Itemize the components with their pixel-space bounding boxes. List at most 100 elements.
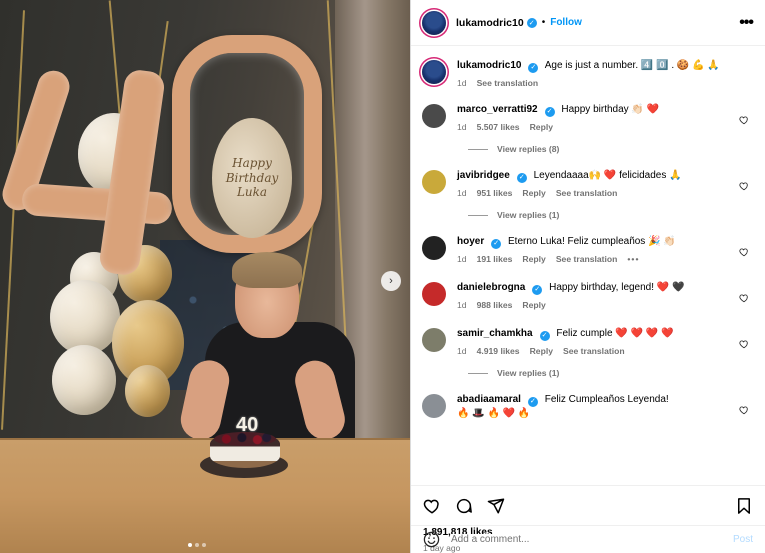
balloon xyxy=(125,365,170,417)
like-heart-icon[interactable] xyxy=(739,293,749,303)
avatar[interactable] xyxy=(422,328,446,352)
replies-rule xyxy=(468,214,488,216)
view-replies-button[interactable]: View replies (8) xyxy=(468,144,753,154)
verified-icon: ✓ xyxy=(528,63,539,73)
comment-likes[interactable]: 191 likes xyxy=(477,254,513,264)
see-translation-link[interactable]: See translation xyxy=(556,188,618,198)
view-replies-label: View replies (1) xyxy=(497,368,560,378)
follow-button[interactable]: Follow xyxy=(550,17,582,28)
comment-body: samir_chamkha ✓ Feliz cumple ❤️ ❤️ ❤️ ❤️ … xyxy=(457,327,753,356)
verified-icon: ✓ xyxy=(544,107,555,117)
avatar[interactable] xyxy=(422,170,446,194)
verified-icon: ✓ xyxy=(491,239,502,249)
person-hair xyxy=(232,252,302,288)
caption-meta: 1d See translation xyxy=(457,78,735,88)
like-heart-icon[interactable] xyxy=(739,247,749,257)
emoji-icon[interactable] xyxy=(423,531,440,548)
balloon xyxy=(50,280,120,355)
like-heart-icon[interactable] xyxy=(739,115,749,125)
comment-text: Feliz Cumpleaños Leyenda! xyxy=(544,394,669,405)
reply-button[interactable]: Reply xyxy=(530,346,553,356)
view-replies-button[interactable]: View replies (1) xyxy=(468,210,753,220)
like-heart-icon[interactable] xyxy=(739,339,749,349)
caption: lukamodric10 ✓ Age is just a number. 4️⃣ … xyxy=(422,59,753,88)
comment-time: 1d xyxy=(457,300,467,310)
reply-button[interactable]: Reply xyxy=(522,254,545,264)
comment-meta: 1d 5.507 likes Reply xyxy=(457,122,735,132)
chevron-right-icon[interactable]: › xyxy=(381,271,401,291)
comment-line: hoyer ✓ Eterno Luka! Feliz cumpleaños 🎉 👏… xyxy=(457,235,735,249)
caption-text: Age is just a number. 4️⃣ 0️⃣ . 🍪 💪 🙏 xyxy=(544,60,720,71)
comments-list[interactable]: lukamodric10 ✓ Age is just a number. 4️⃣ … xyxy=(411,46,765,485)
avatar[interactable] xyxy=(422,282,446,306)
comment-more-icon[interactable]: ••• xyxy=(627,254,639,264)
see-translation-link[interactable]: See translation xyxy=(556,254,618,264)
comment-username[interactable]: abadiaamaral xyxy=(457,394,521,405)
balloon xyxy=(52,345,116,415)
replies-rule xyxy=(468,148,488,150)
comment-likes[interactable]: 4.919 likes xyxy=(477,346,520,356)
dot-separator: • xyxy=(541,17,546,28)
more-options-icon[interactable]: ••• xyxy=(739,14,754,31)
see-translation-link[interactable]: See translation xyxy=(563,346,625,356)
carousel-dots xyxy=(188,543,206,547)
comment-icon[interactable] xyxy=(455,497,473,515)
like-heart-icon[interactable] xyxy=(739,181,749,191)
replies-rule xyxy=(468,372,488,374)
comment-body: abadiaamaral ✓ Feliz Cumpleaños Leyenda! … xyxy=(457,393,753,421)
caption-line: lukamodric10 ✓ Age is just a number. 4️⃣ … xyxy=(457,59,735,73)
author-username[interactable]: lukamodric10 xyxy=(456,17,524,29)
comment-line: abadiaamaral ✓ Feliz Cumpleaños Leyenda! xyxy=(457,393,735,407)
view-replies-label: View replies (1) xyxy=(497,210,560,220)
reply-button[interactable]: Reply xyxy=(530,122,553,132)
view-replies-label: View replies (8) xyxy=(497,144,560,154)
comment-line: danielebrogna ✓ Happy birthday, legend! ❤… xyxy=(457,281,735,295)
avatar[interactable] xyxy=(422,394,446,418)
carousel-dot xyxy=(202,543,206,547)
carousel-dot xyxy=(188,543,192,547)
comment-username[interactable]: samir_chamkha xyxy=(457,328,533,339)
comment-username[interactable]: hoyer xyxy=(457,236,484,247)
comment-line-2: 🔥 🎩 🔥 ❤️ 🔥 xyxy=(457,408,531,419)
post-comment-button[interactable]: Post xyxy=(733,534,753,545)
avatar[interactable] xyxy=(422,104,446,128)
comment-meta: 1d 988 likes Reply xyxy=(457,300,735,310)
comment: abadiaamaral ✓ Feliz Cumpleaños Leyenda! … xyxy=(422,393,753,421)
comment-time: 1d xyxy=(457,346,467,356)
comment-text: Feliz cumple ❤️ ❤️ ❤️ ❤️ xyxy=(556,328,674,339)
comment-meta: 1d 951 likes Reply See translation xyxy=(457,188,735,198)
comment-time: 1d xyxy=(457,122,467,132)
add-comment-bar: Post xyxy=(411,525,765,553)
like-heart-icon[interactable] xyxy=(423,497,441,515)
view-replies-button[interactable]: View replies (1) xyxy=(468,368,753,378)
comment-likes[interactable]: 951 likes xyxy=(477,188,513,198)
caption-username[interactable]: lukamodric10 xyxy=(457,60,521,71)
avatar[interactable] xyxy=(422,60,446,84)
verified-icon: ✓ xyxy=(516,173,527,183)
reply-button[interactable]: Reply xyxy=(522,188,545,198)
comment-meta: 1d 4.919 likes Reply See translation xyxy=(457,346,735,356)
comment-input[interactable] xyxy=(451,534,733,545)
comment-likes[interactable]: 988 likes xyxy=(477,300,513,310)
comment-body: marco_verratti92 ✓ Happy birthday 👏🏻 ❤️ 1… xyxy=(457,103,753,132)
share-icon[interactable] xyxy=(487,497,505,515)
comment-username[interactable]: javibridgee xyxy=(457,170,510,181)
comment-likes[interactable]: 5.507 likes xyxy=(477,122,520,132)
see-translation-link[interactable]: See translation xyxy=(477,78,539,88)
like-heart-icon[interactable] xyxy=(739,405,749,415)
post-header: lukamodric10 ✓ • Follow ••• xyxy=(411,0,765,46)
bookmark-icon[interactable] xyxy=(735,497,753,515)
reply-button[interactable]: Reply xyxy=(522,300,545,310)
comment-text: Leyendaaaa🙌 ❤️ felicidades 🙏 xyxy=(533,170,682,181)
comment-body: hoyer ✓ Eterno Luka! Feliz cumpleaños 🎉 👏… xyxy=(457,235,753,264)
avatar[interactable] xyxy=(422,236,446,260)
comment-username[interactable]: danielebrogna xyxy=(457,282,525,293)
comment-time: 1d xyxy=(457,188,467,198)
comment-line: samir_chamkha ✓ Feliz cumple ❤️ ❤️ ❤️ ❤️ xyxy=(457,327,735,341)
post-photo[interactable]: Happy Birthday Luka 40 › xyxy=(0,0,410,553)
avatar[interactable] xyxy=(422,10,446,35)
caption-time: 1d xyxy=(457,78,467,88)
comment-username[interactable]: marco_verratti92 xyxy=(457,104,538,115)
comment-text: Happy birthday, legend! ❤️ 🖤 xyxy=(549,282,685,293)
comment: samir_chamkha ✓ Feliz cumple ❤️ ❤️ ❤️ ❤️ … xyxy=(422,327,753,356)
